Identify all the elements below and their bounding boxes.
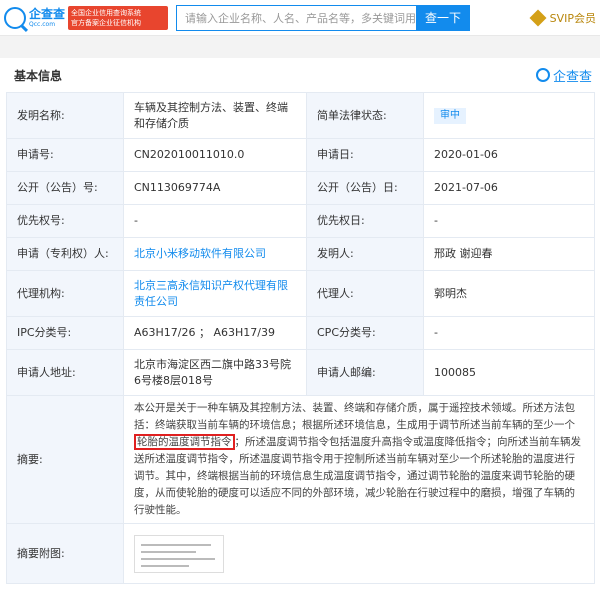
cpc-value: -: [423, 316, 595, 350]
applicant-label: 申请（专利权）人:: [6, 237, 124, 271]
pub-date-label: 公开（公告）日:: [306, 171, 424, 205]
search-input[interactable]: 请输入企业名称、人名、产品名等，多关键词用空格: [176, 4, 416, 31]
top-header: 企查查 Qcc.com 全国企业信用查询系统 官方备案企业征信机构 请输入企业名…: [0, 0, 600, 36]
invention-name-value: 车辆及其控制方法、装置、终端和存储介质: [123, 92, 307, 139]
magnifier-logo-icon: [4, 6, 26, 29]
qcc-watermark: 企查查: [535, 66, 592, 85]
table-row: 优先权号: - 优先权日: -: [6, 204, 595, 238]
search-bar: 请输入企业名称、人名、产品名等，多关键词用空格 查一下: [176, 4, 470, 31]
table-row: 公开（公告）号: CN113069774A 公开（公告）日: 2021-07-0…: [6, 171, 595, 205]
table-row: 代理机构: 北京三高永信知识产权代理有限责任公司 代理人: 郭明杰: [6, 270, 595, 317]
inventor-label: 发明人:: [306, 237, 424, 271]
table-row: 发明名称: 车辆及其控制方法、装置、终端和存储介质 简单法律状态: 审中: [6, 92, 595, 139]
logo-en-text: Qcc.com: [29, 20, 56, 28]
table-row: 摘要: 本公开是关于一种车辆及其控制方法、装置、终端和存储介质，属于遥控技术领域…: [6, 395, 595, 524]
search-button[interactable]: 查一下: [416, 4, 470, 31]
address-label: 申请人地址:: [6, 349, 124, 396]
app-date-value: 2020-01-06: [423, 138, 595, 172]
table-row: 申请（专利权）人: 北京小米移动软件有限公司 发明人: 邢政 谢迎春: [6, 237, 595, 271]
section-header: 基本信息 企查查: [0, 58, 600, 92]
logo-cn-text: 企查查: [29, 6, 66, 21]
abstract-label: 摘要:: [6, 395, 124, 524]
magnifier-icon: [535, 68, 550, 82]
address-value: 北京市海淀区西二旗中路33号院6号楼8层018号: [123, 349, 307, 396]
inventor-value: 邢政 谢迎春: [423, 237, 595, 271]
pub-date-value: 2021-07-06: [423, 171, 595, 205]
status-badge: 审中: [434, 108, 466, 124]
official-badge: 全国企业信用查询系统 官方备案企业征信机构: [68, 5, 168, 30]
abstract-figure-thumbnail[interactable]: [134, 534, 224, 573]
priority-no-label: 优先权号:: [6, 204, 124, 238]
app-no-label: 申请号:: [6, 138, 124, 172]
legal-status-label: 简单法律状态:: [306, 92, 424, 139]
abstract-text: 本公开是关于一种车辆及其控制方法、装置、终端和存储介质，属于遥控技术领域。所述方…: [123, 395, 595, 524]
table-row: 摘要附图:: [6, 523, 595, 584]
applicant-link[interactable]: 北京小米移动软件有限公司: [134, 247, 266, 260]
agent-value: 郭明杰: [423, 270, 595, 317]
agency-label: 代理机构:: [6, 270, 124, 317]
patent-info-table: 发明名称: 车辆及其控制方法、装置、终端和存储介质 简单法律状态: 审中 申请号…: [6, 92, 595, 584]
pub-no-value: CN113069774A: [123, 171, 307, 205]
ipc-label: IPC分类号:: [6, 316, 124, 350]
priority-no-value: -: [123, 204, 307, 238]
priority-date-value: -: [423, 204, 595, 238]
app-no-value: CN202010011010.0: [123, 138, 307, 172]
invention-name-label: 发明名称:: [6, 92, 124, 139]
pub-no-label: 公开（公告）号:: [6, 171, 124, 205]
priority-date-label: 优先权日:: [306, 204, 424, 238]
ipc-value: A63H17/26 ； A63H17/39: [123, 316, 307, 350]
qcc-logo[interactable]: 企查查 Qcc.com: [4, 6, 68, 29]
highlighted-phrase: 轮胎的温度调节指令: [134, 434, 235, 450]
agent-label: 代理人:: [306, 270, 424, 317]
table-row: 申请人地址: 北京市海淀区西二旗中路33号院6号楼8层018号 申请人邮编: 1…: [6, 349, 595, 396]
postcode-label: 申请人邮编:: [306, 349, 424, 396]
divider-band: [0, 36, 600, 58]
cpc-label: CPC分类号:: [306, 316, 424, 350]
svip-button[interactable]: SVIP会员: [529, 9, 596, 26]
postcode-value: 100085: [423, 349, 595, 396]
app-date-label: 申请日:: [306, 138, 424, 172]
table-row: 申请号: CN202010011010.0 申请日: 2020-01-06: [6, 138, 595, 172]
table-row: IPC分类号: A63H17/26 ； A63H17/39 CPC分类号: -: [6, 316, 595, 350]
figure-label: 摘要附图:: [6, 523, 124, 584]
crown-icon: [529, 9, 547, 26]
section-title: 基本信息: [14, 68, 63, 83]
agency-link[interactable]: 北京三高永信知识产权代理有限责任公司: [134, 279, 288, 308]
